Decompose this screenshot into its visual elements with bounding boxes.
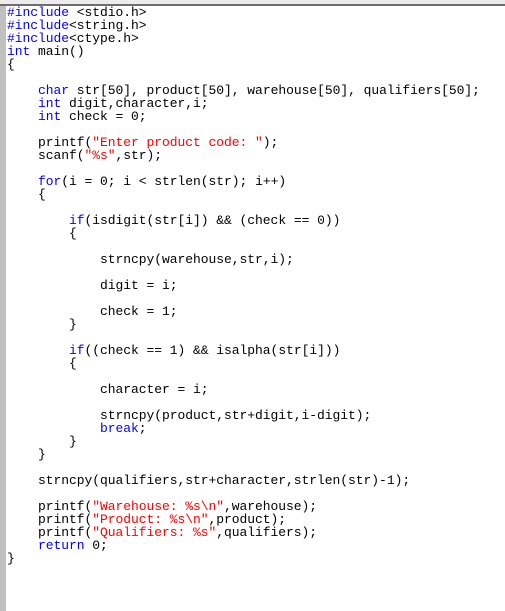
code-line: } <box>7 552 505 565</box>
code-line: int check = 0; <box>7 110 505 123</box>
code-line: check = 1; <box>7 305 505 318</box>
code-token: } <box>7 551 15 566</box>
code-token: { <box>7 226 77 241</box>
code-token: ; <box>138 421 147 436</box>
code-token: (i = 0; i < strlen(str); i++) <box>61 174 287 189</box>
editor-gutter <box>0 6 6 611</box>
code-token: digit = i; <box>7 278 178 293</box>
code-token: character = i; <box>7 382 209 397</box>
code-line: { <box>7 227 505 240</box>
code-line: character = i; <box>7 383 505 396</box>
code-line: } <box>7 318 505 331</box>
code-editor[interactable]: #include <stdio.h> #include<string.h> #inc… <box>7 6 505 611</box>
code-line: { <box>7 357 505 370</box>
code-token: ,qualifiers); <box>216 525 318 540</box>
code-token: main() <box>30 44 85 59</box>
code-line: for(i = 0; i < strlen(str); i++) <box>7 175 505 188</box>
code-line: { <box>7 58 505 71</box>
code-line: } <box>7 435 505 448</box>
code-line: { <box>7 188 505 201</box>
code-token: scanf( <box>7 148 85 163</box>
code-token: (isdigit(str[i]) && (check == 0)) <box>84 213 341 228</box>
keyword-token: int <box>38 109 62 124</box>
code-line: break; <box>7 422 505 435</box>
code-token: { <box>7 356 77 371</box>
code-text-area[interactable]: #include <stdio.h> #include<string.h> #inc… <box>7 6 505 565</box>
code-token: ); <box>262 135 279 150</box>
code-line: int main() <box>7 45 505 58</box>
code-line: if(isdigit(str[i]) && (check == 0)) <box>7 214 505 227</box>
string-literal-token: "Qualifiers: %s" <box>92 525 217 540</box>
string-literal-token: "%s" <box>84 148 116 163</box>
code-token: check = 0; <box>61 109 147 124</box>
code-line: strncpy(warehouse,str,i); <box>7 253 505 266</box>
keyword-token: break <box>100 421 139 436</box>
code-line: scanf("%s",str); <box>7 149 505 162</box>
code-token: strncpy(qualifiers,str+character,strlen(… <box>7 473 411 488</box>
code-line: return 0; <box>7 539 505 552</box>
code-line: digit = i; <box>7 279 505 292</box>
code-line: } <box>7 448 505 461</box>
code-token: ((check == 1) && isalpha(str[i])) <box>84 343 341 358</box>
code-line: if((check == 1) && isalpha(str[i])) <box>7 344 505 357</box>
keyword-token: return <box>38 538 85 553</box>
code-token: 0; <box>84 538 108 553</box>
code-line: strncpy(qualifiers,str+character,strlen(… <box>7 474 505 487</box>
code-token: ,str); <box>115 148 163 163</box>
code-token: strncpy(warehouse,str,i); <box>7 252 294 267</box>
code-token: } <box>7 317 77 332</box>
